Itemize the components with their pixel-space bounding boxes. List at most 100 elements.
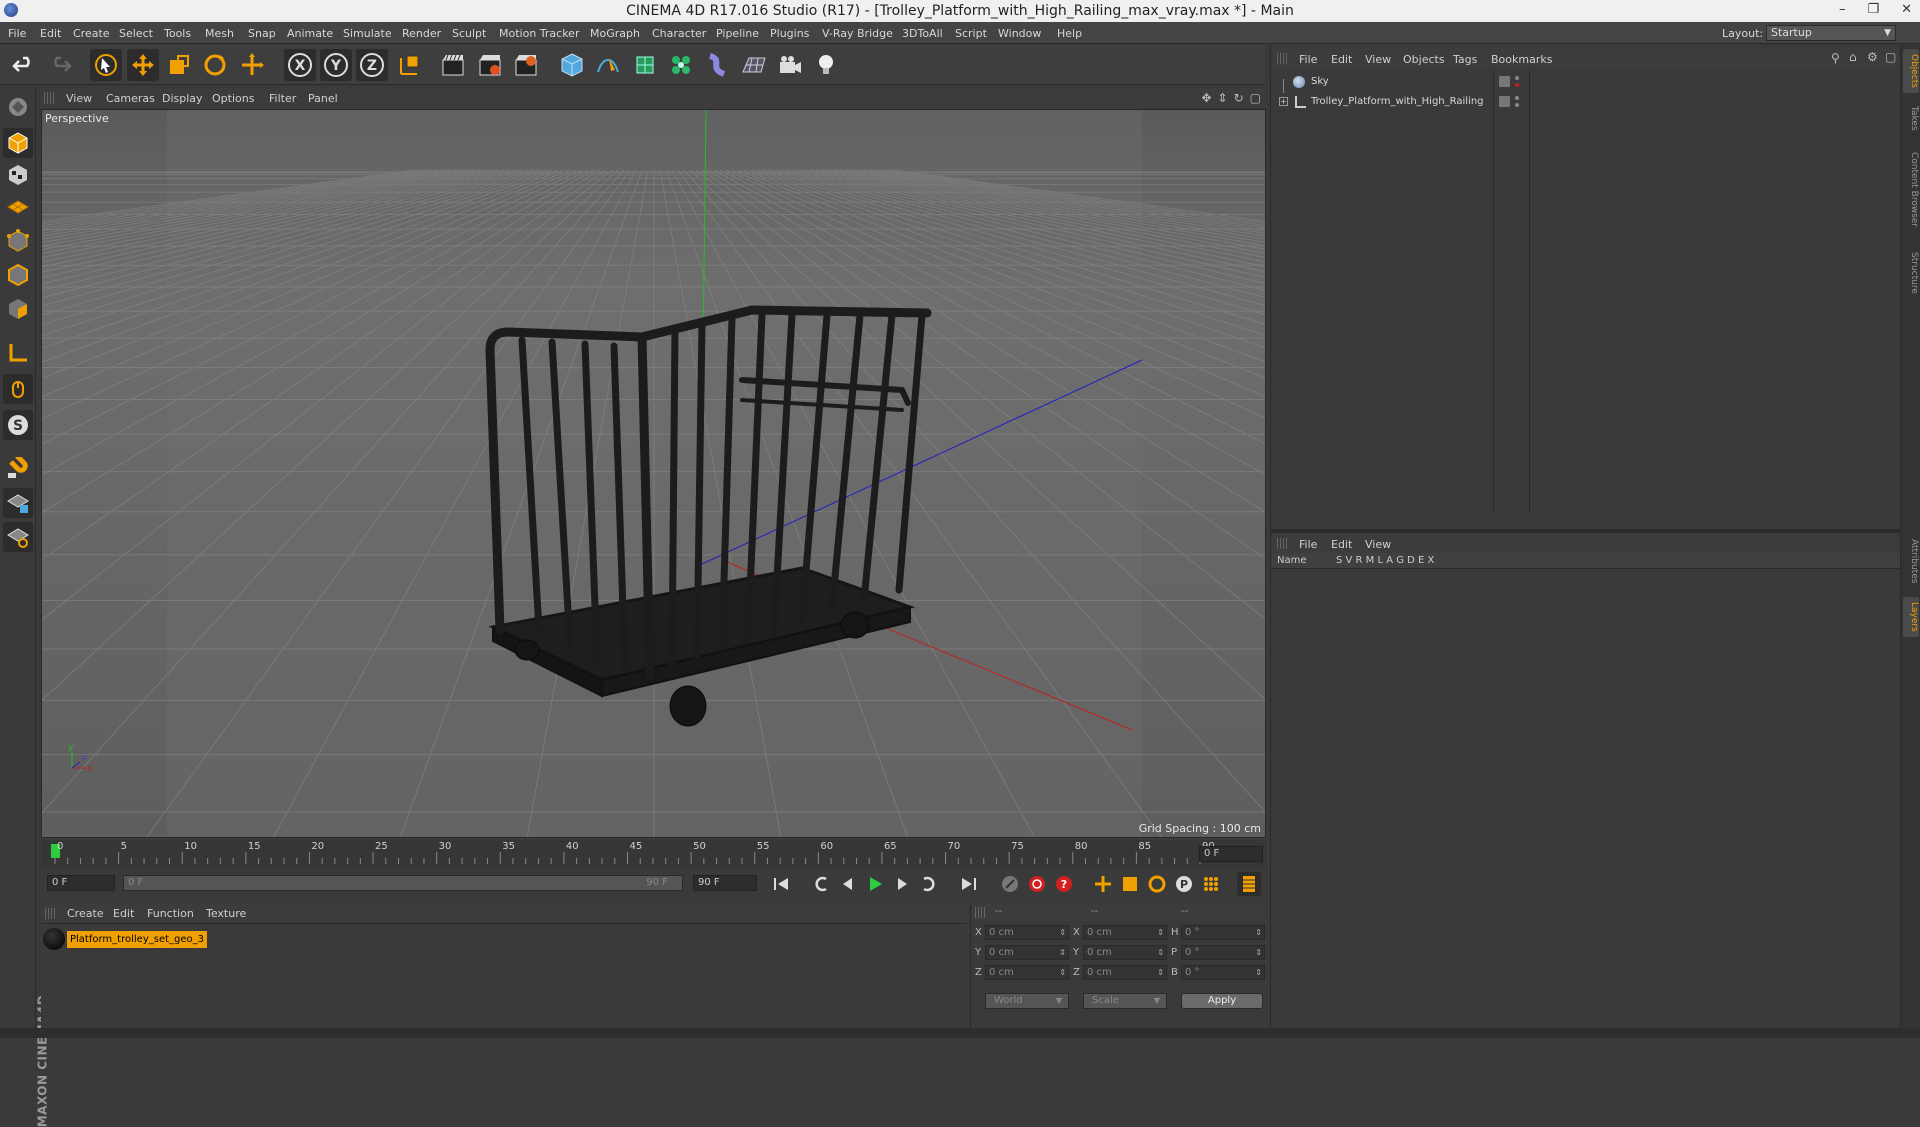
tab-layers[interactable]: Layers xyxy=(1903,597,1919,637)
menu-3dtoall[interactable]: 3DToAll xyxy=(902,27,943,40)
menu-select[interactable]: Select xyxy=(119,27,153,40)
previous-key-icon[interactable] xyxy=(809,872,833,896)
tab-attributes[interactable]: Attributes xyxy=(1903,533,1919,589)
menu-render[interactable]: Render xyxy=(402,27,441,40)
autokeying-icon[interactable] xyxy=(1025,872,1049,896)
menu-simulate[interactable]: Simulate xyxy=(343,27,392,40)
object-menu-tags[interactable]: Tags xyxy=(1453,53,1477,66)
subdivision-icon[interactable] xyxy=(629,49,661,81)
timeline-ruler[interactable]: 051015202530354045505560657075808590 xyxy=(41,840,1266,868)
axis-mode-icon[interactable] xyxy=(3,338,33,368)
menu-motion-tracker[interactable]: Motion Tracker xyxy=(499,27,579,40)
home-icon[interactable]: ⌂ xyxy=(1849,50,1857,64)
filter-icon[interactable]: ⚙ xyxy=(1867,50,1878,64)
maximize-icon[interactable]: ▢ xyxy=(1885,50,1896,64)
layer-menu-edit[interactable]: Edit xyxy=(1331,538,1352,551)
menu-file[interactable]: File xyxy=(8,27,26,40)
object-menu-edit[interactable]: Edit xyxy=(1331,53,1352,66)
preview-range-slider[interactable]: 0 F 90 F xyxy=(123,875,683,891)
point-level-animation-icon[interactable] xyxy=(1199,872,1223,896)
viewport-menu-filter[interactable]: Filter xyxy=(269,92,296,105)
object-row-sky[interactable]: Sky xyxy=(1275,73,1895,93)
current-frame-field[interactable]: 0 F xyxy=(1199,846,1263,862)
move-icon[interactable] xyxy=(127,49,159,81)
object-menu-file[interactable]: File xyxy=(1299,53,1317,66)
grip-icon[interactable] xyxy=(975,907,985,918)
points-mode-icon[interactable] xyxy=(3,226,33,256)
next-frame-icon[interactable] xyxy=(890,872,914,896)
goto-end-icon[interactable] xyxy=(957,872,981,896)
tweak-mode-icon[interactable] xyxy=(3,374,33,404)
play-icon[interactable] xyxy=(863,872,887,896)
layer-menu-file[interactable]: File xyxy=(1299,538,1317,551)
render-picture-viewer-icon[interactable] xyxy=(474,49,506,81)
position-y-field[interactable]: 0 cm ⇕ xyxy=(985,945,1069,960)
menu-mograph[interactable]: MoGraph xyxy=(590,27,640,40)
render-view-icon[interactable] xyxy=(437,49,469,81)
next-key-icon[interactable] xyxy=(917,872,941,896)
size-x-field[interactable]: 0 cm ⇕ xyxy=(1083,925,1167,940)
planar-workplane-icon[interactable] xyxy=(3,522,33,552)
menu-snap[interactable]: Snap xyxy=(248,27,276,40)
position-z-field[interactable]: 0 cm ⇕ xyxy=(985,965,1069,980)
scale-icon[interactable] xyxy=(163,49,195,81)
redo-icon[interactable] xyxy=(44,49,76,81)
scale-key-icon[interactable] xyxy=(1118,872,1142,896)
undo-icon[interactable] xyxy=(8,49,40,81)
viewport-menu-options[interactable]: Options xyxy=(212,92,254,105)
model-mode-icon[interactable] xyxy=(3,128,33,158)
make-editable-icon[interactable] xyxy=(3,92,33,122)
search-icon[interactable]: ⚲ xyxy=(1831,51,1840,65)
perspective-viewport[interactable]: y x z Perspective Grid Spacing : 100 cm xyxy=(41,109,1266,838)
record-keys-icon[interactable] xyxy=(998,872,1022,896)
goto-start-icon[interactable] xyxy=(769,872,793,896)
menu-help[interactable]: Help xyxy=(1057,27,1082,40)
cloner-icon[interactable] xyxy=(665,49,697,81)
locked-workplane-icon[interactable] xyxy=(3,488,33,518)
menu-pipeline[interactable]: Pipeline xyxy=(716,27,759,40)
recent-tool-icon[interactable] xyxy=(236,49,268,81)
render-visibility-dot[interactable] xyxy=(1515,103,1519,107)
menu-create[interactable]: Create xyxy=(73,27,110,40)
menu-edit[interactable]: Edit xyxy=(40,27,61,40)
tab-structure[interactable]: Structure xyxy=(1903,245,1919,301)
editor-visibility-dot[interactable] xyxy=(1515,76,1519,80)
object-row-trolley[interactable]: + Trolley_Platform_with_High_Railing xyxy=(1275,93,1895,111)
cube-icon[interactable] xyxy=(556,49,588,81)
keyframe-selection-icon[interactable]: ? xyxy=(1052,872,1076,896)
viewport-move-icon[interactable]: ✥ xyxy=(1201,91,1211,105)
display-tag-icon[interactable] xyxy=(1499,76,1510,87)
size-z-field[interactable]: 0 cm ⇕ xyxy=(1083,965,1167,980)
spline-pen-icon[interactable] xyxy=(592,49,624,81)
edges-mode-icon[interactable] xyxy=(3,260,33,290)
camera-icon[interactable] xyxy=(774,49,806,81)
texture-mode-icon[interactable] xyxy=(3,160,33,190)
position-x-field[interactable]: 0 cm ⇕ xyxy=(985,925,1069,940)
viewport-menu-view[interactable]: View xyxy=(66,92,92,105)
rotation-b-field[interactable]: 0 ° ⇕ xyxy=(1181,965,1265,980)
menu-animate[interactable]: Animate xyxy=(287,27,333,40)
menu-window[interactable]: Window xyxy=(998,27,1041,40)
expand-icon[interactable]: + xyxy=(1279,97,1288,106)
close-button[interactable]: ✕ xyxy=(1901,2,1912,17)
object-menu-objects[interactable]: Objects xyxy=(1403,53,1445,66)
live-select-icon[interactable] xyxy=(90,49,122,81)
viewport-menu-panel[interactable]: Panel xyxy=(308,92,338,105)
minimize-button[interactable]: – xyxy=(1839,2,1846,17)
magnet-icon[interactable] xyxy=(3,454,33,484)
restore-button[interactable]: ❐ xyxy=(1867,2,1879,17)
tab-content-browser[interactable]: Content Browser xyxy=(1903,145,1919,235)
viewport-zoom-icon[interactable]: ⇕ xyxy=(1218,91,1228,105)
grip-icon[interactable] xyxy=(1277,538,1287,549)
z-axis-icon[interactable]: Z xyxy=(356,49,388,81)
editor-visibility-dot[interactable] xyxy=(1515,96,1519,100)
timeline-window-icon[interactable] xyxy=(1237,872,1261,896)
rotation-p-field[interactable]: 0 ° ⇕ xyxy=(1181,945,1265,960)
previous-frame-icon[interactable] xyxy=(836,872,860,896)
rotation-key-icon[interactable] xyxy=(1145,872,1169,896)
rotate-icon[interactable] xyxy=(199,49,231,81)
layer-menu-view[interactable]: View xyxy=(1365,538,1391,551)
position-key-icon[interactable] xyxy=(1091,872,1115,896)
polygons-mode-icon[interactable] xyxy=(3,294,33,324)
object-menu-bookmarks[interactable]: Bookmarks xyxy=(1491,53,1552,66)
